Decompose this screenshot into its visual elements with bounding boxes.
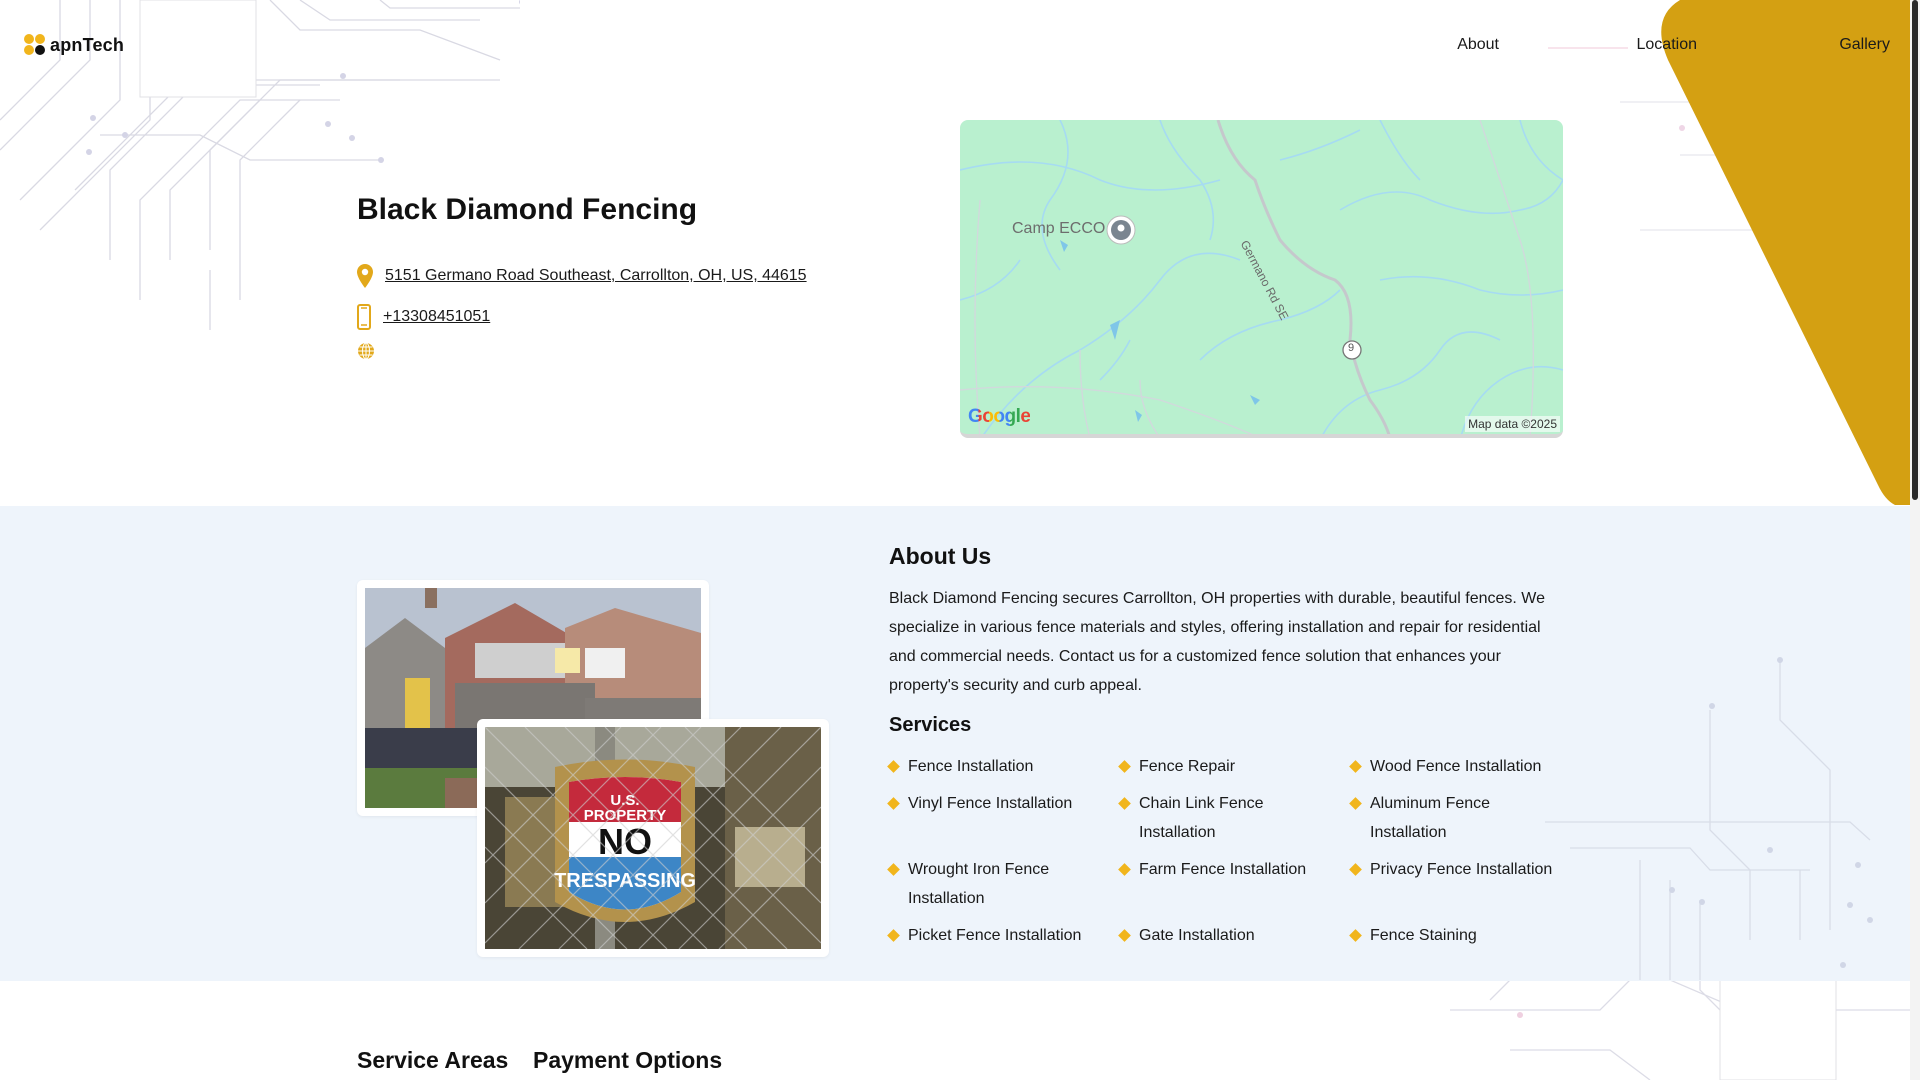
diamond-bullet-icon (1349, 760, 1362, 773)
logo[interactable]: apnTech (24, 34, 124, 56)
globe-icon[interactable] (357, 342, 375, 360)
logo-dots-icon (24, 34, 46, 56)
nav-link-gallery[interactable]: Gallery (1839, 36, 1890, 54)
service-item: Aluminum Fence Installation (1349, 789, 1579, 847)
location-pin-icon (357, 264, 373, 288)
business-name: Black Diamond Fencing (357, 193, 698, 226)
services-list: Fence Installation Fence Repair Wood Fen… (887, 752, 1579, 950)
services-title: Services (889, 714, 972, 736)
service-item: Farm Fence Installation (1118, 855, 1351, 913)
scrollbar-thumb[interactable] (1912, 0, 1918, 500)
nav-connector-line (1548, 47, 1628, 49)
service-item: Fence Staining (1349, 921, 1579, 950)
service-areas-heading: Service Areas (357, 1047, 509, 1073)
payment-options-heading: Payment Options (533, 1047, 723, 1073)
diamond-bullet-icon (1349, 863, 1362, 876)
circuit-decoration-right (1620, 85, 1910, 271)
no-trespassing-photo[interactable]: U.S. PROPERTY NO TRESPASSING (477, 719, 829, 957)
about-description: Black Diamond Fencing secures Carrollton… (889, 590, 1546, 694)
diamond-bullet-icon (887, 863, 900, 876)
map-route-number: 9 (1348, 342, 1355, 354)
diamond-bullet-icon (1118, 863, 1131, 876)
service-item: Wrought Iron Fence Installation (887, 855, 1120, 913)
diamond-bullet-icon (1118, 929, 1131, 942)
service-item: Chain Link Fence Installation (1118, 789, 1351, 847)
about-title: About Us (889, 543, 992, 569)
phone-link[interactable]: +13308451051 (383, 308, 490, 326)
address-row: 5151 Germano Road Southeast, Carrollton,… (357, 264, 807, 288)
map-place-label: Camp ECCO (1012, 220, 1106, 237)
diamond-bullet-icon (1349, 929, 1362, 942)
service-item: Picket Fence Installation (887, 921, 1120, 950)
service-item: Fence Installation (887, 752, 1120, 781)
phone-row: +13308451051 (357, 304, 490, 330)
service-item: Wood Fence Installation (1349, 752, 1579, 781)
map-marker-icon[interactable] (1106, 215, 1136, 245)
diamond-bullet-icon (887, 797, 900, 810)
website-row (357, 342, 375, 360)
diamond-bullet-icon (887, 929, 900, 942)
nav-link-about[interactable]: About (1457, 36, 1499, 54)
google-logo: Google (968, 406, 1031, 427)
diamond-bullet-icon (887, 760, 900, 773)
location-map[interactable]: 9 Camp ECCO Germano Rd SE Google Map dat… (960, 120, 1563, 438)
phone-icon (357, 304, 371, 330)
gold-decorative-shape (1661, 0, 1910, 505)
service-item: Fence Repair (1118, 752, 1351, 781)
service-item: Privacy Fence Installation (1349, 855, 1579, 913)
address-link[interactable]: 5151 Germano Road Southeast, Carrollton,… (385, 267, 807, 285)
map-credit: Map data ©2025 (1465, 416, 1560, 432)
service-item: Gate Installation (1118, 921, 1351, 950)
no-trespassing-sign-image: U.S. PROPERTY NO TRESPASSING (485, 727, 821, 949)
diamond-bullet-icon (1349, 797, 1362, 810)
logo-text: apnTech (50, 34, 125, 55)
diamond-bullet-icon (1118, 797, 1131, 810)
service-item: Vinyl Fence Installation (887, 789, 1120, 847)
diamond-bullet-icon (1118, 760, 1131, 773)
nav-link-location[interactable]: Location (1637, 36, 1698, 54)
scrollbar[interactable] (1910, 0, 1920, 1080)
